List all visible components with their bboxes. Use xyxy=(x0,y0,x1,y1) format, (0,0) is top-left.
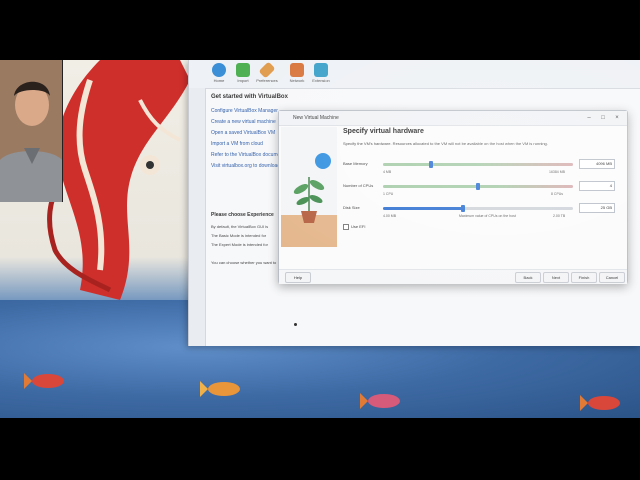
toolbar-button-home[interactable]: Home xyxy=(207,63,231,87)
disk-slider-fill xyxy=(383,207,463,210)
toolbar-button-preferences[interactable]: Preferences xyxy=(255,61,279,87)
cpu-value-field[interactable]: 4 xyxy=(579,181,615,191)
memory-slider-thumb[interactable] xyxy=(429,161,433,168)
checkbox-icon[interactable] xyxy=(343,224,349,230)
experience-text: The Basic Mode is intended for xyxy=(211,233,267,238)
disk-value-field[interactable]: 25 GB xyxy=(579,203,615,213)
main-toolbar: Home Import Preferences Network Extensio… xyxy=(189,60,640,89)
experience-text: By default, the VirtualBox GUI is xyxy=(211,224,269,229)
mouse-cursor xyxy=(294,323,297,326)
experience-title: Please choose Experience xyxy=(211,212,274,218)
toolbar-label: Extension xyxy=(312,78,330,83)
memory-slider[interactable] xyxy=(383,161,573,168)
memory-min-label: 4 MB xyxy=(383,170,392,174)
experience-text: The Expert Mode is intended for xyxy=(211,242,268,247)
back-button[interactable]: Back xyxy=(515,272,541,283)
photo-frame: Home Import Preferences Network Extensio… xyxy=(0,60,640,418)
plant-illustration xyxy=(281,127,337,247)
koi-fish-graphic xyxy=(580,395,620,411)
disk-slider-thumb[interactable] xyxy=(461,205,465,212)
import-icon xyxy=(236,63,250,77)
memory-value-field[interactable]: 4096 MB xyxy=(579,159,615,169)
extension-icon xyxy=(314,63,328,77)
experience-text xyxy=(211,249,281,258)
person-avatar xyxy=(0,60,62,202)
toolbar-label: Network xyxy=(289,78,305,83)
disk-slider[interactable] xyxy=(383,205,573,212)
new-vm-dialog: New Virtual Machine – □ × Specify virtua… xyxy=(278,110,628,284)
memory-max-label: 16384 MB xyxy=(549,170,565,174)
dialog-titlebar[interactable]: New Virtual Machine – □ × xyxy=(279,111,627,126)
dialog-title: New Virtual Machine xyxy=(293,115,339,121)
experience-text: You can choose whether you want to xyxy=(211,260,277,265)
preferences-icon xyxy=(258,61,276,79)
home-icon xyxy=(212,63,226,77)
webcam-overlay xyxy=(0,60,63,202)
dialog-description: Specify the VM's hardware. Resources all… xyxy=(343,141,548,146)
koi-fish-graphic xyxy=(24,373,64,389)
toolbar-label: Import xyxy=(237,78,249,83)
toolbar-button-network[interactable]: Network xyxy=(285,63,309,87)
cpu-label: Number of CPUs xyxy=(343,183,374,188)
memory-slider-fill xyxy=(383,163,573,166)
network-icon xyxy=(290,63,304,77)
help-button[interactable]: Help xyxy=(285,272,311,283)
toolbar-label: Preferences xyxy=(256,78,278,83)
toolbar-button-import[interactable]: Import xyxy=(231,63,255,87)
disk-label: Disk Size xyxy=(343,205,360,210)
toolbar-label: Home xyxy=(213,78,225,83)
efi-checkbox[interactable]: Use EFI xyxy=(343,224,365,230)
maximize-icon[interactable]: □ xyxy=(597,111,609,125)
vm-list-sidebar[interactable] xyxy=(189,88,206,346)
dialog-footer: Help Back Next Finish Cancel xyxy=(279,269,627,284)
disk-min-label: 4.00 MB xyxy=(383,214,397,218)
memory-label: Base Memory xyxy=(343,161,368,166)
efi-label: Use EFI xyxy=(351,224,366,230)
disk-max-label: 2.00 TB xyxy=(553,214,566,218)
welcome-title: Get started with VirtualBox xyxy=(211,94,288,100)
minimize-icon[interactable]: – xyxy=(583,111,595,125)
experience-panel: Please choose Experience By default, the… xyxy=(211,212,281,267)
koi-fish-graphic xyxy=(360,393,400,409)
toolbar-button-extension[interactable]: Extension xyxy=(309,63,333,87)
koi-fish-graphic xyxy=(200,381,240,397)
dialog-heading: Specify virtual hardware xyxy=(343,128,424,135)
cpu-slider[interactable] xyxy=(383,183,573,190)
finish-button[interactable]: Finish xyxy=(571,272,597,283)
disk-note: Maximum value of CPUs on the host xyxy=(459,214,516,218)
cpu-max-label: 8 CPUs xyxy=(551,192,564,196)
cpu-min-label: 1 CPU xyxy=(383,192,394,196)
cancel-button[interactable]: Cancel xyxy=(599,272,625,283)
cpu-slider-thumb[interactable] xyxy=(476,183,480,190)
close-icon[interactable]: × xyxy=(611,111,623,125)
next-button[interactable]: Next xyxy=(543,272,569,283)
